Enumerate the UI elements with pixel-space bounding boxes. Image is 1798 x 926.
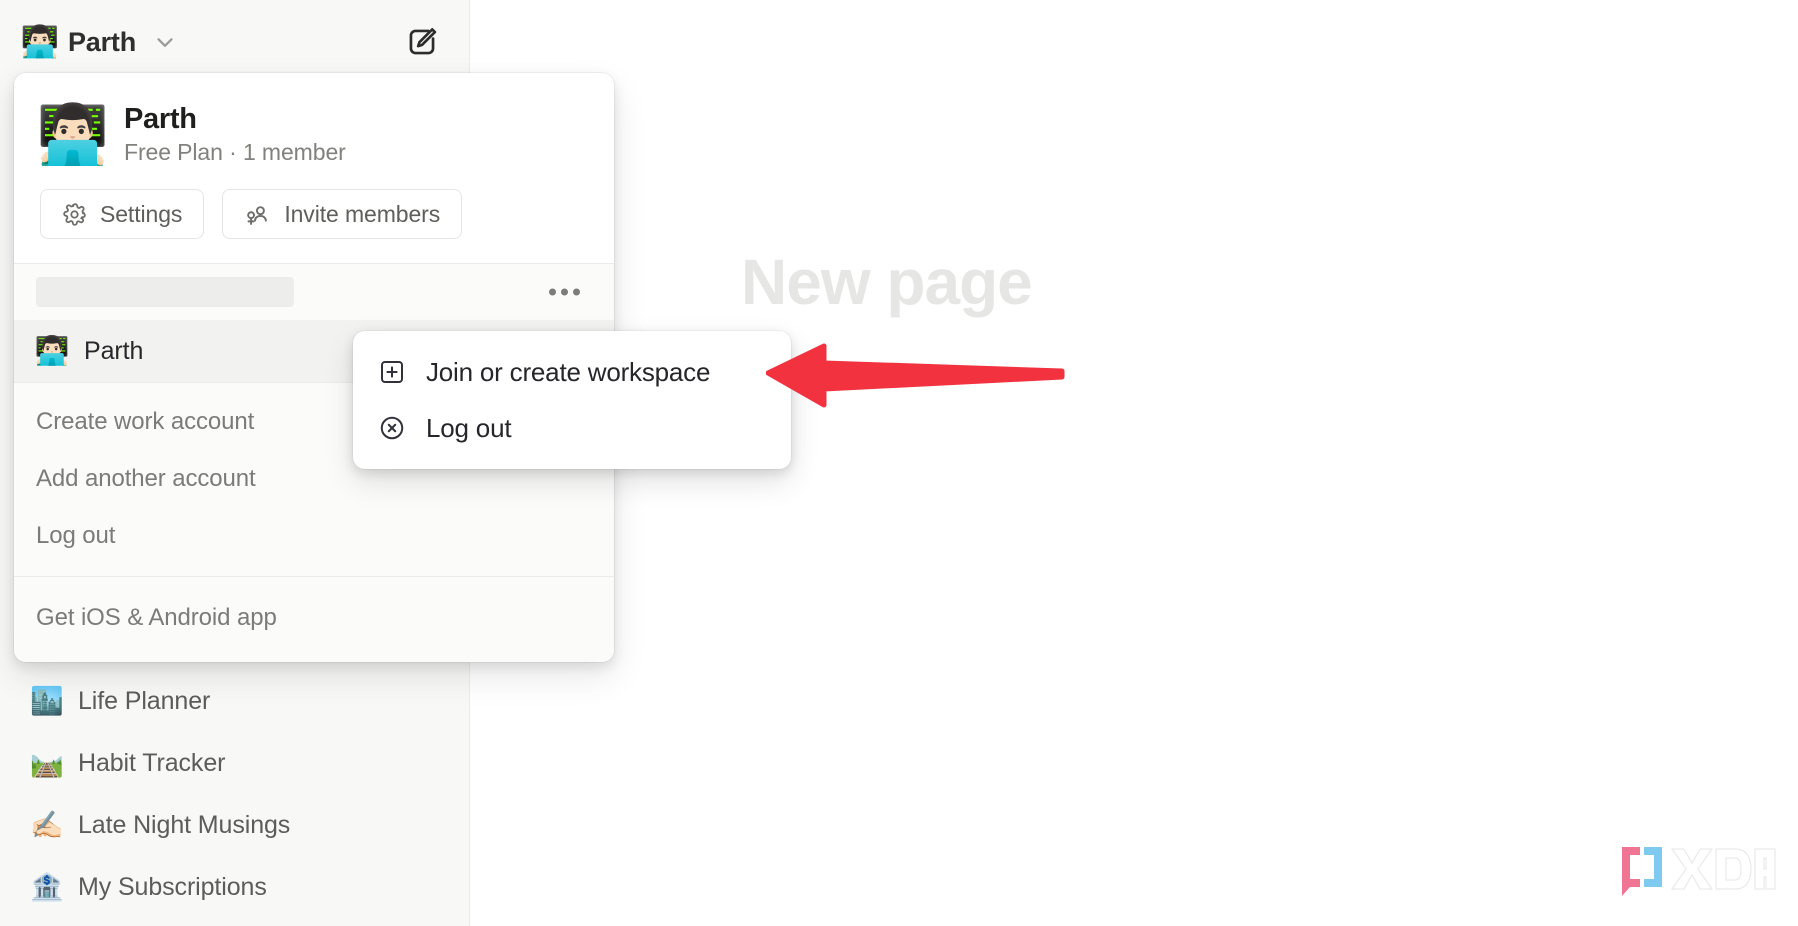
- settings-button[interactable]: Settings: [40, 189, 205, 239]
- xda-wordmark: [1670, 848, 1776, 890]
- sidebar-workspace-switcher[interactable]: 👨🏻‍💻 Parth: [0, 0, 469, 84]
- workspace-avatar-icon: 👨🏻‍💻: [20, 23, 60, 60]
- sidebar-item-label: Habit Tracker: [78, 748, 226, 777]
- chevron-down-icon[interactable]: [152, 29, 178, 55]
- workspace-loading-row: [14, 264, 614, 320]
- page-emoji-icon: 🛤️: [30, 747, 64, 779]
- page-emoji-icon: ✍🏻: [30, 809, 64, 841]
- invite-members-icon: [244, 201, 271, 228]
- workspace-row-label: Parth: [84, 336, 144, 365]
- sidebar-item-label: Life Planner: [78, 686, 211, 715]
- context-menu-item-join-or-create-workspace[interactable]: Join or create workspace: [353, 344, 791, 400]
- sidebar-item-habit-tracker[interactable]: 🛤️ Habit Tracker: [14, 732, 456, 794]
- sidebar-item-label: Late Night Musings: [78, 810, 291, 839]
- account-name: Parth: [124, 102, 197, 135]
- settings-button-label: Settings: [100, 200, 183, 227]
- menu-item-label: Add another account: [36, 464, 256, 492]
- invite-members-button[interactable]: Invite members: [222, 189, 463, 239]
- notion-app-window: 👨🏻‍💻 Parth 🏙️ Life Planner 🛤️: [0, 0, 1798, 926]
- account-plan-meta: Free Plan · 1 member: [124, 138, 346, 165]
- popover-footer-actions: Get iOS & Android app: [14, 577, 614, 662]
- account-actions-row: Settings Invite members: [40, 189, 588, 239]
- popover-account-header: 👨🏻‍💻 Parth Free Plan · 1 member Settings: [14, 73, 614, 263]
- menu-item-log-out[interactable]: Log out: [14, 507, 614, 564]
- context-menu-item-label: Log out: [426, 412, 512, 443]
- square-plus-icon: [377, 357, 407, 387]
- workspace-context-menu: Join or create workspace Log out: [353, 331, 791, 469]
- page-emoji-icon: 🏙️: [30, 685, 64, 717]
- workspace-name: Parth: [68, 26, 137, 57]
- circle-x-icon: [377, 413, 407, 443]
- sidebar-item-my-subscriptions[interactable]: 🏦 My Subscriptions: [14, 856, 456, 918]
- workspace-row-avatar-icon: 👨🏻‍💻: [34, 334, 70, 367]
- more-horizontal-icon[interactable]: [549, 288, 580, 296]
- menu-item-label: Log out: [36, 521, 116, 549]
- compose-icon[interactable]: [401, 21, 443, 63]
- menu-item-label: Create work account: [36, 407, 255, 435]
- account-text-block: Parth Free Plan · 1 member: [124, 103, 346, 166]
- account-avatar-icon: 👨🏻‍💻: [36, 100, 110, 168]
- account-summary-row: 👨🏻‍💻 Parth Free Plan · 1 member: [36, 100, 588, 168]
- sidebar-item-life-planner[interactable]: 🏙️ Life Planner: [14, 670, 456, 732]
- skeleton-placeholder-bar: [36, 277, 294, 307]
- sidebar-item-late-night-musings[interactable]: ✍🏻 Late Night Musings: [14, 794, 456, 856]
- page-title-placeholder[interactable]: New page: [741, 245, 1033, 319]
- context-menu-item-label: Join or create workspace: [426, 356, 711, 387]
- context-menu-item-log-out[interactable]: Log out: [353, 400, 791, 456]
- gear-icon: [62, 202, 87, 227]
- xda-bracket-icon: [1622, 847, 1662, 896]
- sidebar-page-list: 🏙️ Life Planner 🛤️ Habit Tracker ✍🏻 Late…: [0, 670, 470, 918]
- menu-item-get-mobile-app[interactable]: Get iOS & Android app: [14, 589, 614, 646]
- page-emoji-icon: 🏦: [30, 871, 64, 903]
- sidebar-item-label: My Subscriptions: [78, 872, 267, 901]
- invite-members-button-label: Invite members: [284, 200, 441, 227]
- xda-watermark: [1618, 841, 1778, 906]
- menu-item-label: Get iOS & Android app: [36, 603, 277, 631]
